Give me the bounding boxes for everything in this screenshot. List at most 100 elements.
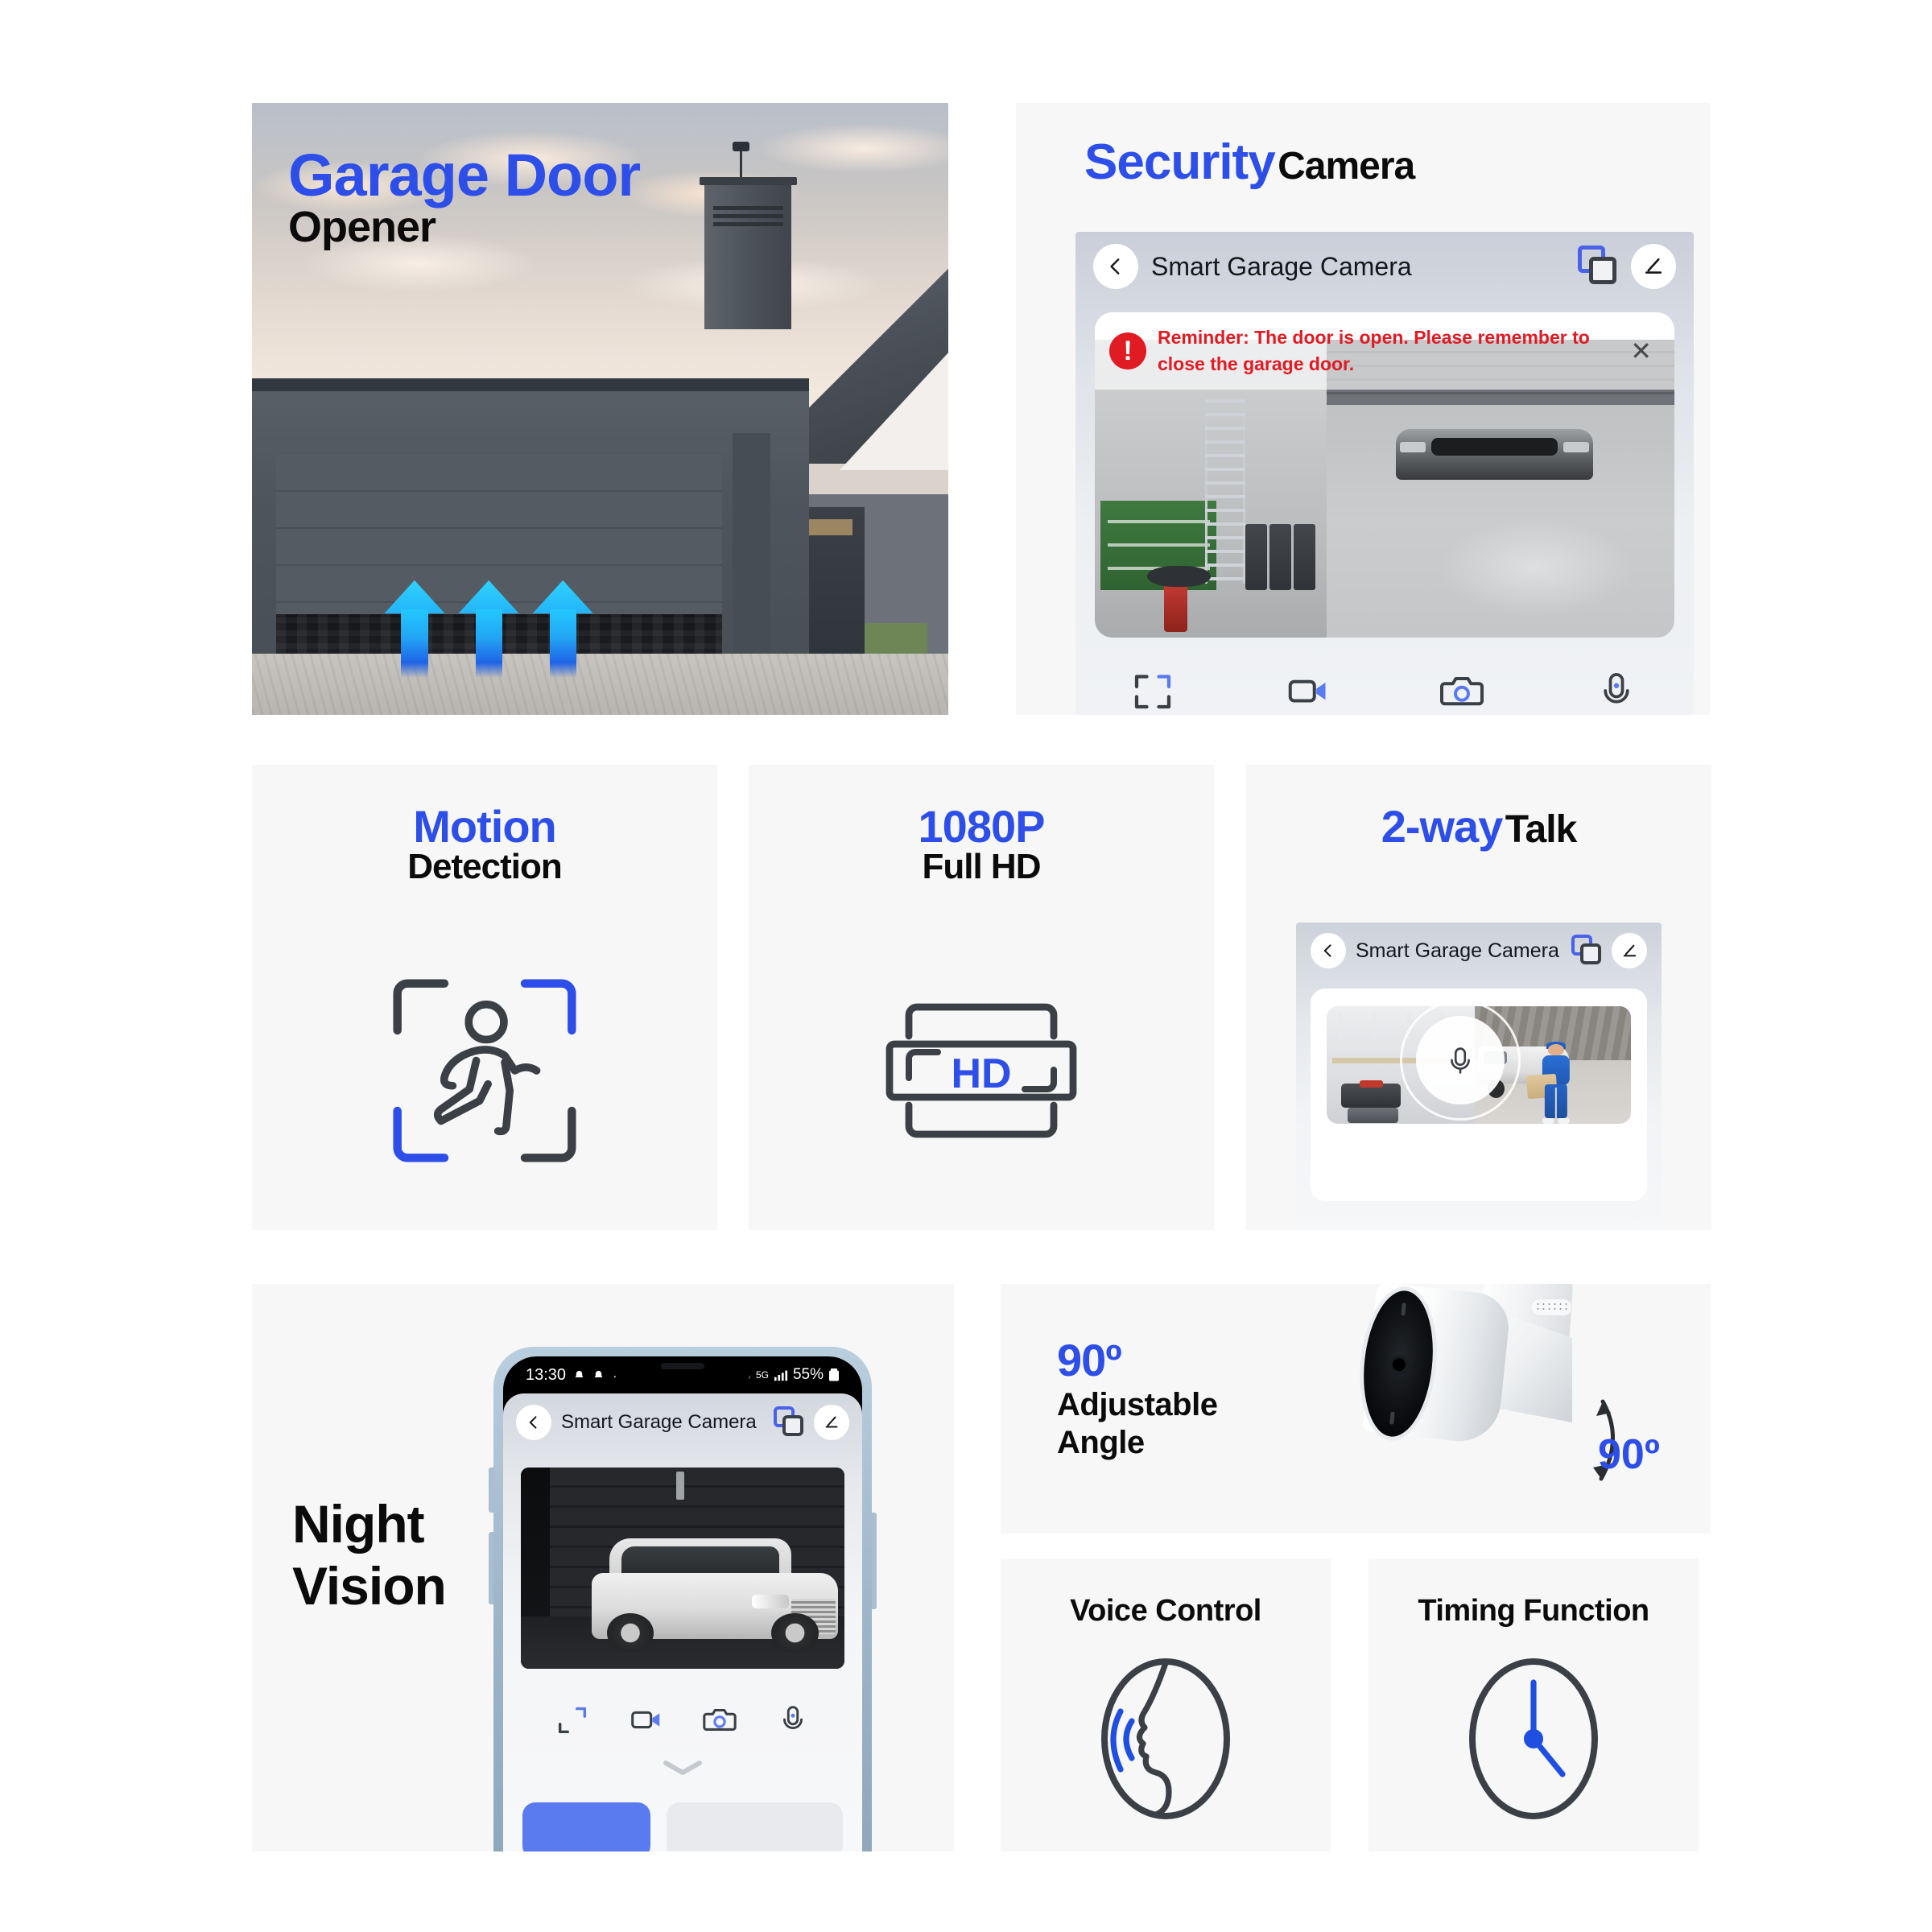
hero-title-rest: Opener — [288, 203, 436, 252]
back-button[interactable] — [516, 1405, 551, 1440]
hero-title-highlight: Garage Door — [288, 142, 641, 208]
feature-adjustable-angle-panel: 90º Adjustable Angle 90º — [1001, 1284, 1711, 1534]
video-record-icon[interactable] — [627, 1701, 664, 1738]
security-app-window: Smart Garage Camera ! Reminder: The door… — [1075, 232, 1694, 715]
feature-voice-control-panel: Voice Control — [1001, 1558, 1331, 1852]
up-arrow-icon — [458, 580, 519, 679]
security-title-highlight: Security — [1084, 134, 1276, 190]
feed-white-suv — [592, 1536, 838, 1653]
chevron-left-icon — [1323, 944, 1331, 957]
motion-title-rest: Detection — [407, 847, 562, 887]
angle-title-line1: Adjustable — [1057, 1387, 1218, 1422]
app-title: Smart Garage Camera — [1356, 939, 1559, 962]
angle-title-line2: Angle — [1057, 1425, 1145, 1461]
motion-person-frame-icon — [393, 979, 576, 1162]
chevron-left-icon — [1110, 258, 1120, 275]
photo-camera-icon[interactable] — [1438, 667, 1486, 715]
night-vision-feed — [521, 1468, 844, 1669]
edit-pencil-icon — [1645, 258, 1662, 274]
edit-pencil-icon — [1623, 944, 1636, 956]
app-title: Smart Garage Camera — [561, 1411, 757, 1433]
feed-ladder — [1204, 399, 1246, 584]
close-x-icon[interactable]: ✕ — [1622, 336, 1660, 366]
voice-face-waves-icon — [1101, 1658, 1230, 1819]
fullscreen-icon[interactable] — [1129, 667, 1177, 715]
security-title-rest: Camera — [1278, 145, 1415, 188]
app-toolbar — [1075, 638, 1694, 715]
chimney-vent — [713, 205, 783, 210]
feature-timing-function-panel: Timing Function — [1368, 1558, 1699, 1852]
talk-title-highlight: 2-way — [1381, 801, 1504, 852]
phone-notch — [613, 1356, 752, 1384]
feed-door-handle — [675, 1472, 685, 1500]
talk-title: 2-way Talk — [1246, 803, 1711, 850]
app-header: Smart Garage Camera — [1296, 923, 1662, 979]
status-battery-percent: 55% — [792, 1366, 824, 1383]
microphone-icon[interactable] — [1592, 667, 1641, 715]
back-button[interactable] — [1311, 933, 1346, 968]
talk-feed-image — [1327, 1006, 1631, 1124]
hd-title-highlight: 1080P — [918, 801, 1046, 852]
alert-message: Reminder: The door is open. Please remem… — [1158, 326, 1590, 374]
feature-1080p-panel: 1080P Full HD HD — [749, 765, 1214, 1230]
bell-icon — [594, 1370, 603, 1377]
chevron-left-icon — [529, 1416, 537, 1429]
motion-title: Motion Detection — [252, 803, 717, 886]
voice-control-title: Voice Control — [1070, 1594, 1261, 1628]
security-title: Security Camera — [1084, 134, 1415, 190]
dual-screen-icon[interactable] — [774, 1406, 806, 1439]
microphone-icon — [1451, 1047, 1471, 1074]
secondary-action-button[interactable] — [667, 1802, 843, 1852]
driveway — [252, 654, 948, 715]
feed-stool — [1146, 566, 1211, 588]
timing-function-title: Timing Function — [1418, 1594, 1649, 1628]
feed-car — [1396, 429, 1594, 480]
hd-label: HD — [951, 1051, 1011, 1097]
hd-title: 1080P Full HD — [749, 803, 1214, 886]
up-arrow-icon — [384, 580, 445, 679]
back-button[interactable] — [1093, 244, 1138, 289]
primary-action-button[interactable] — [522, 1802, 651, 1852]
talk-title-rest: Talk — [1505, 808, 1577, 851]
up-arrow-icon — [532, 580, 593, 679]
hd-frame-icon: HD — [886, 1003, 1077, 1138]
hero-title: Garage Door Opener — [288, 142, 641, 252]
dual-screen-icon[interactable] — [1578, 246, 1620, 287]
feature-two-way-talk-panel: 2-way Talk Smart Garage Camera — [1246, 765, 1711, 1230]
app-title: Smart Garage Camera — [1151, 251, 1412, 281]
fullscreen-icon[interactable] — [554, 1701, 591, 1738]
app-toolbar — [503, 1691, 862, 1748]
night-vision-title: Night Vision — [292, 1493, 447, 1616]
phone-side-button — [872, 1513, 877, 1609]
battery-icon — [829, 1368, 839, 1381]
phone-mockup: 13:30 HD 5G — [489, 1347, 877, 1852]
photo-camera-icon[interactable] — [701, 1701, 738, 1738]
night-title-line1: Night — [292, 1494, 425, 1554]
talk-app-window: Smart Garage Camera — [1296, 923, 1662, 1230]
up-arrow-icon-group — [384, 580, 593, 679]
microphone-icon[interactable] — [774, 1701, 811, 1738]
edit-button[interactable] — [1612, 933, 1647, 968]
video-record-icon[interactable] — [1283, 667, 1331, 715]
edit-button[interactable] — [814, 1405, 849, 1440]
app-header: Smart Garage Camera — [503, 1393, 862, 1451]
app-action-buttons — [522, 1802, 843, 1852]
feed-extinguisher — [1164, 584, 1188, 632]
angle-title-highlight: 90º — [1057, 1335, 1122, 1385]
night-app-window: Smart Garage Camera — [503, 1393, 862, 1852]
hd-title-rest: Full HD — [922, 847, 1042, 887]
dual-screen-icon[interactable] — [1571, 935, 1604, 967]
motion-title-highlight: Motion — [413, 801, 556, 852]
angle-title: 90º Adjustable Angle — [1057, 1334, 1218, 1462]
night-title-line2: Vision — [292, 1555, 447, 1616]
status-time: 13:30 — [526, 1365, 567, 1384]
edit-button[interactable] — [1631, 244, 1676, 289]
driveway-texture — [252, 654, 948, 715]
feed-delivery-person — [1526, 1041, 1576, 1124]
camera-speaker-grille — [1530, 1298, 1572, 1316]
chimney — [699, 176, 797, 330]
talk-feed-card — [1311, 989, 1647, 1201]
chevron-down-icon[interactable] — [661, 1757, 704, 1778]
camera-feed-card: ! Reminder: The door is open. Please rem… — [1095, 312, 1674, 638]
bell-icon — [575, 1370, 584, 1377]
